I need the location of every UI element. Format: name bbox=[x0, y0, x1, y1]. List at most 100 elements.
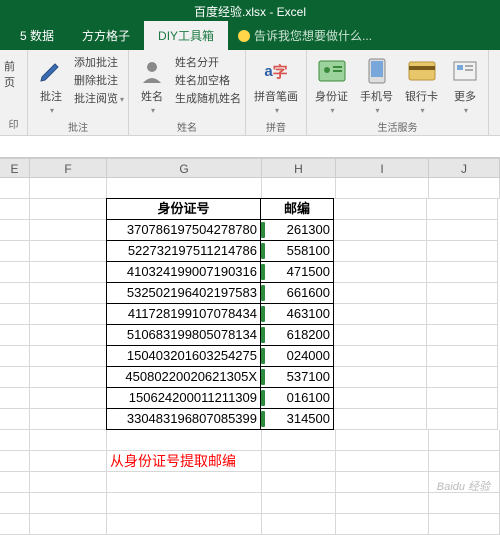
spreadsheet[interactable]: E F G H I J 身份证号邮编3707861975042787802613… bbox=[0, 158, 500, 535]
cell[interactable] bbox=[30, 472, 107, 493]
cell[interactable] bbox=[0, 283, 30, 304]
cell[interactable] bbox=[30, 430, 107, 451]
formula-bar[interactable] bbox=[0, 136, 500, 158]
cell[interactable] bbox=[0, 199, 30, 220]
add-comment[interactable]: 添加批注 bbox=[74, 54, 124, 70]
cell[interactable] bbox=[0, 409, 30, 430]
cell[interactable] bbox=[107, 178, 262, 199]
cell[interactable] bbox=[30, 451, 107, 472]
cell[interactable] bbox=[30, 241, 107, 262]
cell[interactable] bbox=[30, 409, 107, 430]
cell[interactable] bbox=[336, 493, 429, 514]
cell[interactable] bbox=[334, 367, 427, 388]
more-button[interactable]: 更多 bbox=[446, 54, 484, 117]
cell[interactable]: 411728199107078434 bbox=[106, 303, 261, 325]
del-comment[interactable]: 删除批注 bbox=[74, 72, 124, 88]
cell[interactable] bbox=[427, 304, 498, 325]
cell[interactable] bbox=[262, 178, 336, 199]
pinyin-button[interactable]: a字 拼音笔画 bbox=[250, 54, 302, 117]
cell[interactable] bbox=[336, 514, 429, 535]
cell[interactable]: 从身份证号提取邮编 bbox=[107, 451, 262, 472]
cell[interactable] bbox=[336, 472, 429, 493]
cell[interactable]: 558100 bbox=[260, 240, 334, 262]
comments-button[interactable]: 批注 bbox=[32, 54, 70, 117]
cell[interactable] bbox=[334, 241, 427, 262]
cell[interactable]: 016100 bbox=[260, 387, 334, 409]
cell[interactable] bbox=[262, 514, 336, 535]
tell-me[interactable]: 告诉我您想要做什么... bbox=[228, 21, 382, 50]
bank-button[interactable]: 银行卡 bbox=[401, 54, 442, 117]
cell[interactable] bbox=[334, 304, 427, 325]
cell[interactable] bbox=[427, 199, 498, 220]
cell[interactable] bbox=[0, 367, 30, 388]
tab-diy[interactable]: DIY工具箱 bbox=[144, 21, 228, 50]
cell[interactable]: 532502196402197583 bbox=[106, 282, 261, 304]
cell[interactable]: 618200 bbox=[260, 324, 334, 346]
cell[interactable]: 邮编 bbox=[260, 198, 334, 220]
cell[interactable] bbox=[30, 262, 107, 283]
cell[interactable] bbox=[30, 388, 107, 409]
name-random[interactable]: 生成随机姓名 bbox=[175, 90, 241, 106]
cell[interactable] bbox=[107, 493, 262, 514]
cell[interactable] bbox=[0, 220, 30, 241]
col-J[interactable]: J bbox=[429, 159, 500, 177]
cell[interactable] bbox=[336, 178, 429, 199]
cell[interactable] bbox=[0, 472, 30, 493]
cell[interactable] bbox=[107, 514, 262, 535]
cell[interactable] bbox=[0, 493, 30, 514]
cell[interactable] bbox=[429, 514, 500, 535]
cell[interactable] bbox=[0, 346, 30, 367]
cell[interactable] bbox=[427, 262, 498, 283]
name-button[interactable]: 姓名 bbox=[133, 54, 171, 117]
cell[interactable] bbox=[336, 430, 429, 451]
cell[interactable] bbox=[0, 388, 30, 409]
cell[interactable] bbox=[427, 388, 498, 409]
cell[interactable]: 510683199805078134 bbox=[106, 324, 261, 346]
cell[interactable] bbox=[107, 472, 262, 493]
name-split[interactable]: 姓名分开 bbox=[175, 54, 241, 70]
cell[interactable] bbox=[0, 241, 30, 262]
cell[interactable] bbox=[427, 283, 498, 304]
cell[interactable]: 45080220020621305X bbox=[106, 366, 261, 388]
cell[interactable]: 661600 bbox=[260, 282, 334, 304]
cell[interactable] bbox=[30, 283, 107, 304]
cell[interactable] bbox=[429, 493, 500, 514]
cell[interactable]: 330483196807085399 bbox=[106, 408, 261, 430]
tab-ffgz[interactable]: 方方格子 bbox=[68, 21, 144, 50]
cell[interactable]: 150624200011211309 bbox=[106, 387, 261, 409]
cell[interactable] bbox=[334, 388, 427, 409]
left-1[interactable]: 前页 bbox=[4, 58, 23, 90]
cell[interactable] bbox=[0, 451, 30, 472]
cell[interactable]: 471500 bbox=[260, 261, 334, 283]
cell[interactable]: 463100 bbox=[260, 303, 334, 325]
cell[interactable] bbox=[30, 178, 107, 199]
cell[interactable] bbox=[429, 178, 500, 199]
col-H[interactable]: H bbox=[262, 159, 336, 177]
col-G[interactable]: G bbox=[107, 159, 262, 177]
cell[interactable]: 261300 bbox=[260, 219, 334, 241]
cell[interactable] bbox=[334, 409, 427, 430]
cell[interactable] bbox=[334, 220, 427, 241]
col-F[interactable]: F bbox=[30, 159, 107, 177]
cell[interactable]: 身份证号 bbox=[106, 198, 261, 220]
col-I[interactable]: I bbox=[336, 159, 429, 177]
cell[interactable] bbox=[0, 325, 30, 346]
cell[interactable] bbox=[30, 493, 107, 514]
cell[interactable] bbox=[30, 220, 107, 241]
cell[interactable] bbox=[427, 325, 498, 346]
cell[interactable] bbox=[262, 493, 336, 514]
cell[interactable] bbox=[334, 199, 427, 220]
cell[interactable]: 024000 bbox=[260, 345, 334, 367]
cell[interactable] bbox=[427, 367, 498, 388]
tab-data[interactable]: 5 数据 bbox=[6, 21, 68, 50]
cell[interactable] bbox=[334, 325, 427, 346]
cell[interactable] bbox=[30, 514, 107, 535]
cell[interactable] bbox=[0, 514, 30, 535]
name-space[interactable]: 姓名加空格 bbox=[175, 72, 241, 88]
cell[interactable]: 150403201603254275 bbox=[106, 345, 261, 367]
cell[interactable] bbox=[30, 199, 107, 220]
phone-button[interactable]: 手机号 bbox=[356, 54, 397, 117]
view-comment[interactable]: 批注阅览 bbox=[74, 90, 124, 106]
cell[interactable] bbox=[0, 430, 30, 451]
cell[interactable] bbox=[30, 325, 107, 346]
